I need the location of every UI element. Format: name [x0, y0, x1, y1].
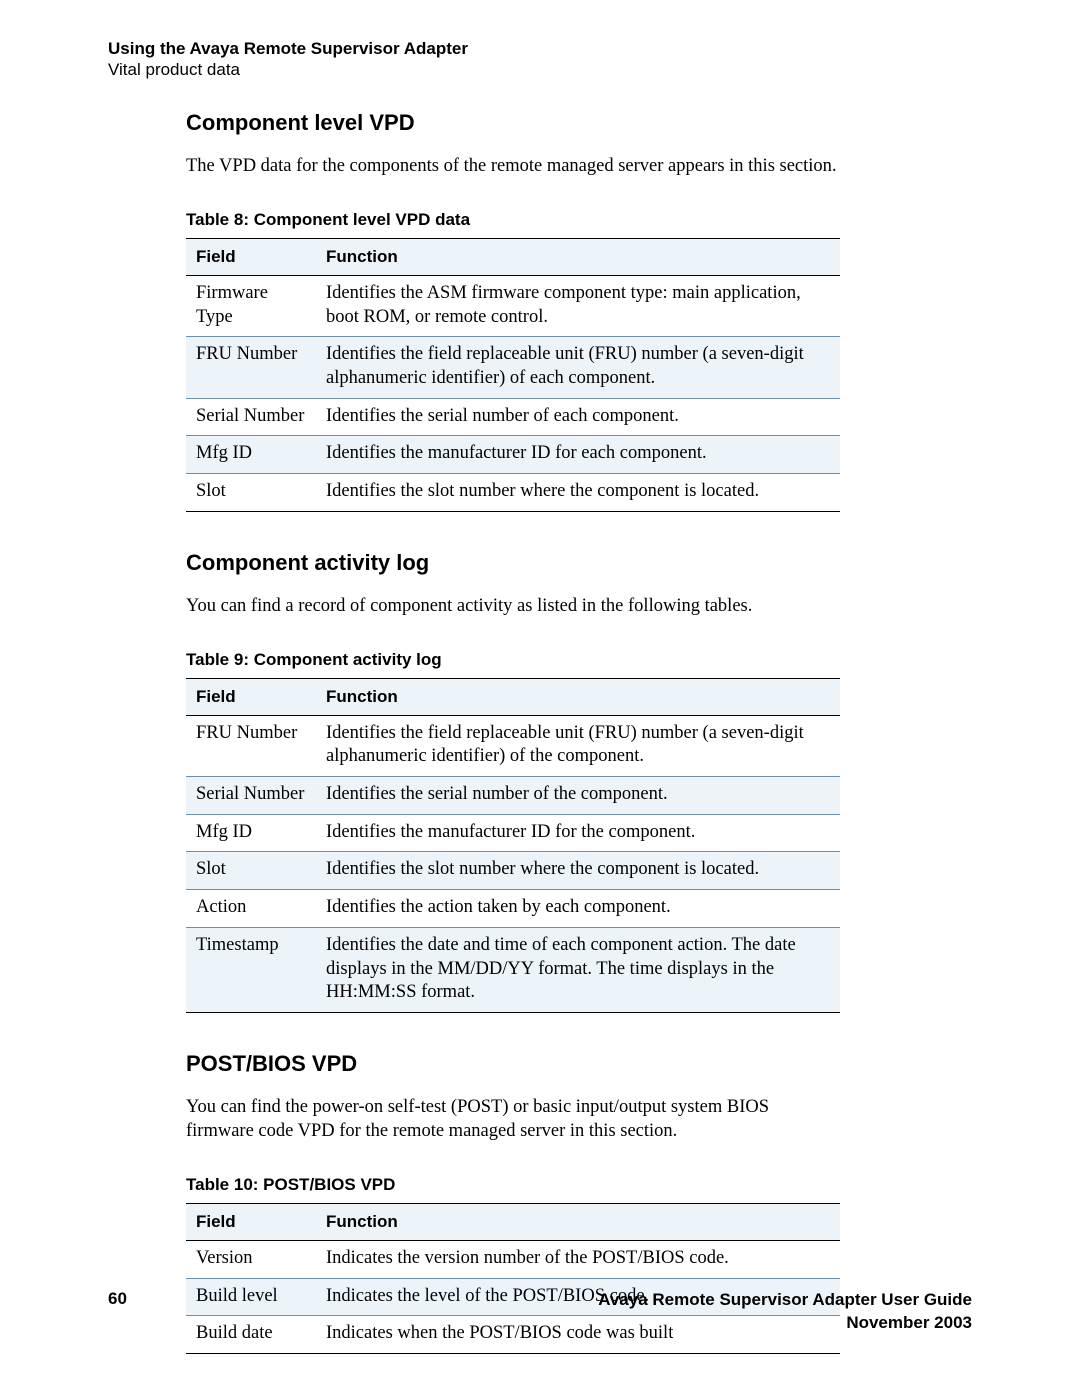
cell-field: Serial Number: [186, 777, 316, 815]
table-header-row: Field Function: [186, 678, 840, 715]
table-row: Slot Identifies the slot number where th…: [186, 852, 840, 890]
section-heading-component-activity-log: Component activity log: [186, 550, 840, 576]
section-intro: You can find the power-on self-test (POS…: [186, 1095, 840, 1143]
cell-function: Identifies the slot number where the com…: [316, 474, 840, 512]
cell-field: FRU Number: [186, 337, 316, 398]
cell-field: Mfg ID: [186, 436, 316, 474]
cell-function: Identifies the serial number of each com…: [316, 398, 840, 436]
table-row: Action Identifies the action taken by ea…: [186, 890, 840, 928]
table-row: FRU Number Identifies the field replacea…: [186, 715, 840, 776]
table-row: Slot Identifies the slot number where th…: [186, 474, 840, 512]
cell-field: Mfg ID: [186, 814, 316, 852]
cell-field: Action: [186, 890, 316, 928]
table-row: Firmware Type Identifies the ASM firmwar…: [186, 276, 840, 337]
table-row: Serial Number Identifies the serial numb…: [186, 777, 840, 815]
table-row: Timestamp Identifies the date and time o…: [186, 927, 840, 1012]
cell-function: Identifies the serial number of the comp…: [316, 777, 840, 815]
section-heading-component-level-vpd: Component level VPD: [186, 110, 840, 136]
col-function: Function: [316, 239, 840, 276]
cell-function: Identifies the date and time of each com…: [316, 927, 840, 1012]
cell-field: FRU Number: [186, 715, 316, 776]
table-row: Mfg ID Identifies the manufacturer ID fo…: [186, 814, 840, 852]
page-number: 60: [108, 1289, 127, 1309]
cell-field: Version: [186, 1240, 316, 1278]
table-caption: Table 10: POST/BIOS VPD: [186, 1175, 840, 1195]
cell-function: Identifies the field replaceable unit (F…: [316, 337, 840, 398]
col-function: Function: [316, 1203, 840, 1240]
section-intro: You can find a record of component activ…: [186, 594, 840, 618]
cell-function: Identifies the field replaceable unit (F…: [316, 715, 840, 776]
table-caption: Table 9: Component activity log: [186, 650, 840, 670]
document-page: Using the Avaya Remote Supervisor Adapte…: [0, 0, 1080, 1397]
cell-function: Identifies the manufacturer ID for each …: [316, 436, 840, 474]
col-field: Field: [186, 239, 316, 276]
col-field: Field: [186, 1203, 316, 1240]
footer-guide: Avaya Remote Supervisor Adapter User Gui…: [598, 1289, 972, 1335]
table-row: FRU Number Identifies the field replacea…: [186, 337, 840, 398]
col-function: Function: [316, 678, 840, 715]
cell-field: Firmware Type: [186, 276, 316, 337]
cell-function: Identifies the slot number where the com…: [316, 852, 840, 890]
table-row: Version Indicates the version number of …: [186, 1240, 840, 1278]
section-intro: The VPD data for the components of the r…: [186, 154, 840, 178]
table-component-level-vpd: Field Function Firmware Type Identifies …: [186, 238, 840, 512]
table-header-row: Field Function: [186, 239, 840, 276]
footer-guide-date: November 2003: [846, 1313, 972, 1332]
table-row: Serial Number Identifies the serial numb…: [186, 398, 840, 436]
cell-function: Identifies the manufacturer ID for the c…: [316, 814, 840, 852]
cell-field: Timestamp: [186, 927, 316, 1012]
cell-function: Identifies the action taken by each comp…: [316, 890, 840, 928]
cell-function: Identifies the ASM firmware component ty…: [316, 276, 840, 337]
header-subtitle: Vital product data: [108, 60, 240, 79]
cell-function: Indicates the version number of the POST…: [316, 1240, 840, 1278]
table-component-activity-log: Field Function FRU Number Identifies the…: [186, 678, 840, 1013]
page-content: Component level VPD The VPD data for the…: [186, 110, 840, 1354]
cell-field: Slot: [186, 852, 316, 890]
section-heading-post-bios-vpd: POST/BIOS VPD: [186, 1051, 840, 1077]
table-row: Mfg ID Identifies the manufacturer ID fo…: [186, 436, 840, 474]
col-field: Field: [186, 678, 316, 715]
cell-field: Slot: [186, 474, 316, 512]
footer-guide-title: Avaya Remote Supervisor Adapter User Gui…: [598, 1290, 972, 1309]
header-title: Using the Avaya Remote Supervisor Adapte…: [108, 39, 468, 58]
table-caption: Table 8: Component level VPD data: [186, 210, 840, 230]
page-footer: 60 Avaya Remote Supervisor Adapter User …: [108, 1289, 972, 1335]
table-header-row: Field Function: [186, 1203, 840, 1240]
running-header: Using the Avaya Remote Supervisor Adapte…: [108, 38, 468, 81]
cell-field: Serial Number: [186, 398, 316, 436]
